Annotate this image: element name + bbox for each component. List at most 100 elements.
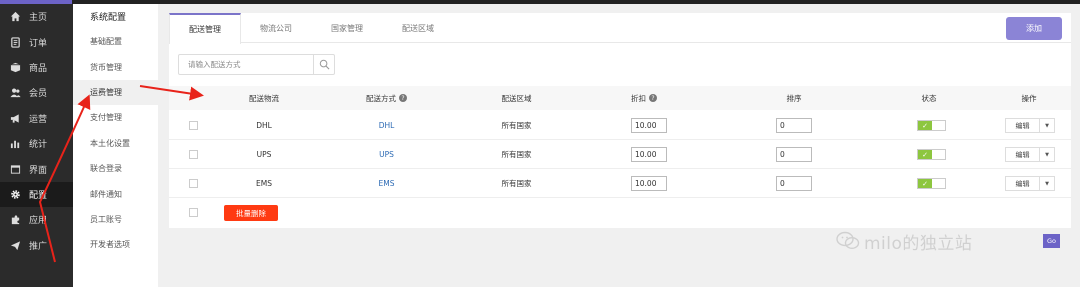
row-checkbox[interactable] — [189, 179, 198, 188]
nav-item-label: 推广 — [29, 241, 48, 252]
edit-button[interactable]: 编辑 — [1006, 177, 1040, 190]
carrier-cell: UPS — [256, 150, 272, 159]
gear-icon — [10, 189, 21, 200]
chevron-down-icon[interactable]: ▼ — [1040, 177, 1054, 190]
edit-button[interactable]: 编辑 — [1006, 119, 1040, 132]
order-icon — [10, 36, 21, 48]
subnav-item-currency[interactable]: 货币管理 — [73, 54, 158, 79]
product-box-icon — [10, 62, 21, 73]
nav-item-apps[interactable]: 应用 — [0, 207, 73, 232]
header-status: 状态 — [921, 93, 937, 103]
nav-item-label: 配置 — [29, 190, 48, 201]
header-carrier: 配送物流 — [249, 93, 279, 103]
sort-input[interactable]: 0 — [776, 147, 812, 162]
discount-input[interactable]: 10.00 — [631, 147, 667, 162]
nav-item-interface[interactable]: 界面 — [0, 156, 73, 181]
nav-item-label: 订单 — [29, 38, 48, 49]
carrier-cell: DHL — [256, 121, 272, 130]
nav-item-operations[interactable]: 运营 — [0, 106, 73, 131]
tab-countries[interactable]: 国家管理 — [311, 13, 383, 43]
wechat-icon — [836, 231, 860, 250]
members-icon — [10, 87, 21, 98]
carrier-cell: EMS — [256, 179, 272, 188]
edit-button[interactable]: 编辑 — [1006, 148, 1040, 161]
nav-item-statistics[interactable]: 统计 — [0, 131, 73, 156]
top-bar — [0, 0, 1080, 4]
status-toggle[interactable]: ✓ — [917, 149, 946, 160]
status-toggle[interactable]: ✓ — [917, 120, 946, 131]
subnav-item-basic[interactable]: 基础配置 — [73, 29, 158, 54]
sort-input[interactable]: 0 — [776, 176, 812, 191]
search-input[interactable] — [179, 55, 315, 74]
settings-subnav: 系统配置 基础配置 货币管理 运费管理 支付管理 本土化设置 联合登录 邮件通知… — [73, 4, 158, 287]
discount-input[interactable]: 10.00 — [631, 176, 667, 191]
header-discount-label: 折扣 — [631, 93, 646, 103]
bar-chart-icon — [10, 138, 21, 149]
row-checkbox[interactable] — [189, 121, 198, 130]
puzzle-icon — [10, 214, 21, 225]
nav-item-label: 主页 — [29, 13, 48, 24]
header-actions: 操作 — [1021, 93, 1037, 103]
check-icon: ✓ — [918, 121, 932, 130]
watermark-text: milo的独立站 — [864, 233, 973, 254]
tab-bar: 配送管理 物流公司 国家管理 配送区域 添加 — [169, 13, 1071, 44]
subnav-item-staff[interactable]: 员工账号 — [73, 207, 158, 232]
header-discount: 折扣? — [604, 86, 684, 110]
nav-item-products[interactable]: 商品 — [0, 55, 73, 80]
chevron-down-icon[interactable]: ▼ — [1040, 148, 1054, 161]
nav-item-label: 界面 — [29, 165, 48, 176]
row-checkbox[interactable] — [189, 150, 198, 159]
go-button[interactable]: Go — [1043, 234, 1060, 248]
help-icon[interactable]: ? — [649, 94, 657, 102]
main-panel: 配送管理 物流公司 国家管理 配送区域 添加 配送物流 配送方式? 配送区域 折… — [169, 13, 1071, 228]
subnav-item-developer[interactable]: 开发者选项 — [73, 232, 158, 257]
table-row: EMS EMS 所有国家 10.00 0 ✓ 编辑 ▼ — [169, 169, 1071, 198]
batch-delete-button[interactable]: 批量删除 — [224, 205, 278, 221]
status-toggle[interactable]: ✓ — [917, 178, 946, 189]
action-split-button[interactable]: 编辑 ▼ — [1005, 118, 1055, 133]
method-link[interactable]: UPS — [339, 140, 434, 169]
paper-plane-icon — [10, 240, 21, 251]
region-cell: 所有国家 — [501, 121, 532, 130]
subnav-item-localization[interactable]: 本土化设置 — [73, 131, 158, 156]
select-all-checkbox[interactable] — [189, 208, 198, 217]
nav-item-label: 会员 — [29, 89, 48, 100]
table-row: UPS UPS 所有国家 10.00 0 ✓ 编辑 ▼ — [169, 140, 1071, 169]
watermark: milo的独立站 — [836, 229, 973, 254]
header-method-label: 配送方式 — [366, 93, 396, 103]
tab-carriers[interactable]: 物流公司 — [241, 13, 311, 43]
help-icon[interactable]: ? — [399, 94, 407, 102]
main-sidebar: 主页 订单 商品 会员 运营 统计 界面 配置 应用 推广 — [0, 4, 73, 287]
discount-input[interactable]: 10.00 — [631, 118, 667, 133]
action-split-button[interactable]: 编辑 ▼ — [1005, 147, 1055, 162]
subnav-item-payment[interactable]: 支付管理 — [73, 105, 158, 130]
subnav-item-social-login[interactable]: 联合登录 — [73, 156, 158, 181]
nav-item-members[interactable]: 会员 — [0, 80, 73, 105]
search-box — [178, 54, 335, 75]
subnav-item-email[interactable]: 邮件通知 — [73, 181, 158, 206]
region-cell: 所有国家 — [501, 150, 532, 159]
nav-item-promotion[interactable]: 推广 — [0, 233, 73, 258]
subnav-item-shipping[interactable]: 运费管理 — [73, 79, 158, 106]
tab-shipping[interactable]: 配送管理 — [169, 13, 241, 44]
table-row: DHL DHL 所有国家 10.00 0 ✓ 编辑 ▼ — [169, 111, 1071, 140]
nav-item-label: 统计 — [29, 140, 48, 151]
nav-item-orders[interactable]: 订单 — [0, 29, 73, 54]
action-split-button[interactable]: 编辑 ▼ — [1005, 176, 1055, 191]
nav-item-label: 应用 — [29, 216, 48, 227]
table-header: 配送物流 配送方式? 配送区域 折扣? 排序 状态 操作 — [169, 86, 1071, 110]
region-cell: 所有国家 — [501, 179, 532, 188]
search-button[interactable] — [313, 55, 334, 74]
add-button[interactable]: 添加 — [1006, 17, 1062, 40]
sort-input[interactable]: 0 — [776, 118, 812, 133]
nav-item-settings[interactable]: 配置 — [0, 181, 73, 208]
method-link[interactable]: DHL — [339, 111, 434, 140]
search-icon — [319, 59, 329, 70]
chevron-down-icon[interactable]: ▼ — [1040, 119, 1054, 132]
header-region: 配送区域 — [501, 93, 532, 103]
tab-regions[interactable]: 配送区域 — [383, 13, 453, 43]
check-icon: ✓ — [918, 179, 932, 188]
check-icon: ✓ — [918, 150, 932, 159]
method-link[interactable]: EMS — [339, 169, 434, 198]
nav-item-home[interactable]: 主页 — [0, 4, 73, 29]
